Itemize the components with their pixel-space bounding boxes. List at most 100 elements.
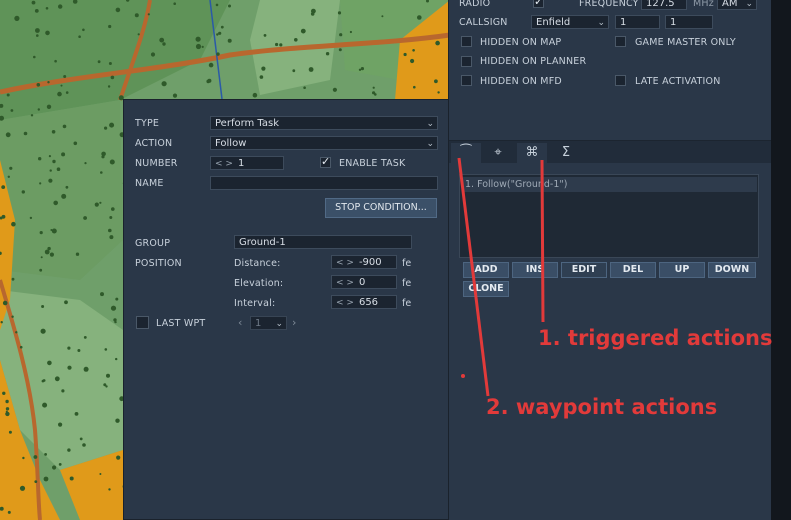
tree-dot <box>51 130 56 134</box>
chevron-left-icon[interactable]: ‹ <box>238 316 243 329</box>
number-stepper[interactable]: < >1 <box>210 156 284 170</box>
tree-dot <box>69 476 74 481</box>
action-list[interactable]: 1. Follow("Ground-1") <box>459 174 759 258</box>
tree-dot <box>39 231 43 235</box>
tree-dot <box>33 455 38 459</box>
tree-dot <box>109 159 115 165</box>
tree-dot <box>413 85 416 89</box>
stepper-arrows-icon: < > <box>336 258 354 268</box>
tree-dot <box>349 30 352 34</box>
tree-dot <box>57 91 62 97</box>
task-dialog: TYPE Perform Task ⌄ ACTION Follow ⌄ NUMBER… <box>123 99 449 520</box>
tree-dot <box>9 166 13 170</box>
tree-dot <box>45 30 50 36</box>
annotation-triggered-actions: 1. triggered actions <box>538 326 773 350</box>
tree-dot <box>108 24 112 29</box>
game-master-only-label: GAME MASTER ONLY <box>635 37 736 48</box>
game-master-only-checkbox[interactable] <box>615 36 626 47</box>
last-wpt-checkbox[interactable] <box>136 316 149 329</box>
tree-dot <box>82 443 86 447</box>
insert-button[interactable]: INS <box>512 262 558 278</box>
tree-dot <box>109 122 115 128</box>
tree-dot <box>82 28 85 32</box>
add-button[interactable]: ADD <box>463 262 509 278</box>
tree-dot <box>275 42 279 47</box>
annotation-waypoint-actions: 2. waypoint actions <box>486 395 718 419</box>
name-input[interactable] <box>210 176 438 190</box>
tree-dot <box>36 34 39 37</box>
tree-dot <box>47 360 52 366</box>
action-tabs: ⁀ ⌖ ⌘ Σ <box>449 141 771 163</box>
edit-button[interactable]: EDIT <box>561 262 607 278</box>
tree-dot <box>15 331 18 334</box>
tree-dot <box>115 357 118 361</box>
tree-dot <box>338 48 342 52</box>
interval-label: Interval: <box>234 298 276 309</box>
tree-dot <box>30 114 34 117</box>
tree-dot <box>381 15 384 18</box>
enable-task-checkbox[interactable] <box>320 155 331 168</box>
hidden-on-planner-checkbox[interactable] <box>461 56 472 67</box>
callsign-number-1[interactable]: 1 <box>615 15 660 29</box>
down-button[interactable]: DOWN <box>708 262 756 278</box>
tree-dot <box>75 252 80 256</box>
modulation-select[interactable]: AM ⌄ <box>717 0 757 10</box>
hidden-on-map-checkbox[interactable] <box>461 36 472 47</box>
action-select[interactable]: Follow ⌄ <box>210 136 438 150</box>
tree-dot <box>65 91 69 94</box>
tree-dot <box>46 104 52 110</box>
callsign-select[interactable]: Enfield ⌄ <box>531 15 609 29</box>
late-activation-checkbox[interactable] <box>615 75 626 86</box>
tree-dot <box>134 13 139 18</box>
tree-dot <box>137 33 140 36</box>
up-button[interactable]: UP <box>659 262 705 278</box>
tab-waypoint-actions[interactable]: ⁀ <box>451 143 481 163</box>
type-select[interactable]: Perform Task ⌄ <box>210 116 438 130</box>
frequency-input[interactable]: 127.5 <box>641 0 687 10</box>
tree-dot <box>11 221 16 227</box>
sigma-icon: Σ <box>561 145 571 160</box>
tree-dot <box>403 52 407 57</box>
tree-dot <box>360 67 364 71</box>
tree-dot <box>19 345 23 349</box>
tree-dot <box>77 349 81 352</box>
last-wpt-select[interactable]: 1 ⌄ <box>250 316 287 330</box>
tree-dot <box>215 3 219 7</box>
list-item[interactable]: 1. Follow("Ground-1") <box>463 177 757 192</box>
tab-triggered-actions[interactable]: ⌘ <box>517 143 547 163</box>
tree-dot <box>437 91 440 94</box>
tree-dot <box>216 33 219 36</box>
distance-stepper[interactable]: < > -900 <box>331 255 397 269</box>
position-label: POSITION <box>135 258 182 269</box>
group-input[interactable]: Ground-1 <box>234 235 412 249</box>
tree-dot <box>67 365 72 370</box>
chevron-down-icon: ⌄ <box>275 319 283 329</box>
tree-dot <box>79 437 83 441</box>
tree-dot <box>109 235 114 240</box>
tree-dot <box>5 399 9 404</box>
tree-dot <box>228 4 231 8</box>
tree-dot <box>101 155 105 159</box>
tree-dot <box>6 93 10 97</box>
stop-condition-button[interactable]: STOP CONDITION... <box>325 198 437 218</box>
tree-dot <box>412 49 415 52</box>
tree-dot <box>108 228 112 233</box>
delete-button[interactable]: DEL <box>610 262 656 278</box>
interval-stepper[interactable]: < >656 <box>331 295 397 309</box>
clone-button[interactable]: CLONE <box>463 281 509 297</box>
tree-dot <box>107 85 111 88</box>
hidden-on-mfd-checkbox[interactable] <box>461 75 472 86</box>
tree-dot <box>41 305 45 308</box>
tree-dot <box>108 62 112 65</box>
tree-dot <box>1 185 6 190</box>
elevation-stepper[interactable]: < >0 <box>331 275 397 289</box>
tab-summary[interactable]: Σ <box>551 143 581 163</box>
callsign-number-2[interactable]: 1 <box>665 15 713 29</box>
tree-dot <box>410 58 415 64</box>
stepper-arrows-icon: < > <box>215 159 233 169</box>
radio-checkbox[interactable] <box>533 0 544 8</box>
tree-dot <box>37 108 40 111</box>
chevron-right-icon[interactable]: › <box>292 316 297 329</box>
tab-targets[interactable]: ⌖ <box>483 143 513 163</box>
tree-dot <box>43 476 49 482</box>
